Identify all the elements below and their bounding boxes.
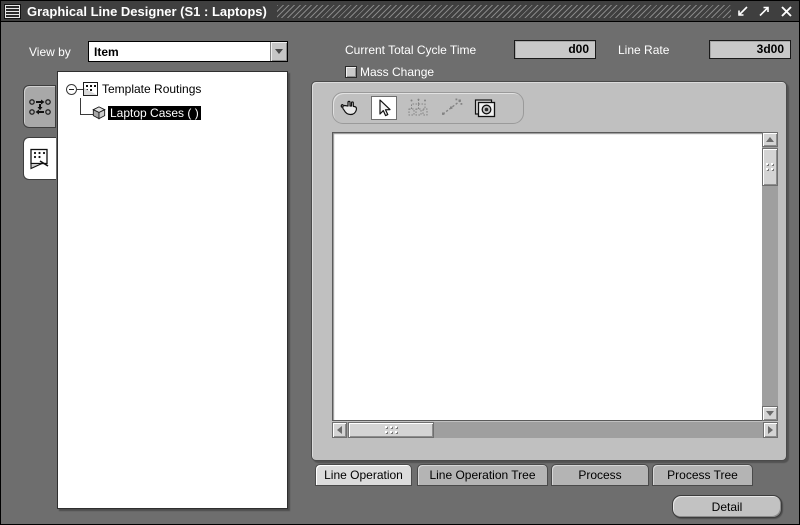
tree-node-root-label: Template Routings [102,82,202,96]
tab-line-operation-label: Line Operation [324,468,403,482]
line-rate-label: Line Rate [618,43,670,57]
tree-expander-icon[interactable] [66,83,77,95]
title-bar: Graphical Line Designer (S1 : Laptops) [1,1,799,22]
titlebar-hatch-decoration [276,4,731,18]
close-button[interactable] [779,4,794,19]
designer-toolbar [332,92,524,124]
scroll-grip-icon [766,163,774,171]
chevron-down-icon[interactable] [270,42,287,61]
view-by-value: Item [94,44,119,59]
view-by-label: View by [29,45,71,59]
sidebar-tab-routing[interactable] [23,85,56,128]
window-title: Graphical Line Designer (S1 : Laptops) [27,3,267,19]
camera-icon [474,99,496,118]
routing-document-icon [83,82,98,96]
vertical-scroll-thumb[interactable] [762,148,778,186]
detail-button-label: Detail [711,499,743,514]
tab-process-tree[interactable]: Process Tree [652,464,753,486]
scroll-grip-icon-horizontal [384,426,398,434]
tab-process-tree-label: Process Tree [667,468,738,482]
maximize-button[interactable] [757,4,772,19]
tree-node-root[interactable]: Template Routings [66,82,203,96]
canvas-horizontal-scrollbar[interactable] [332,422,778,438]
tab-process-label: Process [578,468,622,482]
cube-icon [92,106,106,120]
horizontal-scroll-thumb[interactable] [348,422,434,438]
scroll-up-button[interactable] [762,132,778,147]
cycle-time-field[interactable]: d00 [514,40,596,59]
cycle-time-label: Current Total Cycle Time [345,43,477,57]
tree-node-child-label[interactable]: Laptop Cases ( ) [108,106,201,120]
zoom-camera-tool[interactable] [473,96,499,120]
chevron-left-icon [337,426,342,434]
tab-line-operation-tree-label: Line Operation Tree [429,468,536,482]
mass-change-checkbox-row[interactable]: Mass Change [345,65,434,79]
flow-nodes-icon [28,98,51,115]
chevron-right-icon [768,426,773,434]
network-grid-icon [408,98,428,116]
mass-change-checkbox[interactable] [345,66,357,78]
minimize-button[interactable] [735,4,750,19]
application-icon [4,3,21,19]
tab-line-operation-tree[interactable]: Line Operation Tree [417,464,548,486]
layout-tree-tool[interactable] [405,96,431,120]
scroll-left-button[interactable] [332,422,347,438]
scroll-right-button[interactable] [763,422,778,438]
tree-node-child[interactable]: Laptop Cases ( ) [92,106,201,120]
window-controls [735,4,794,19]
select-tool[interactable] [371,96,397,120]
application-window: Graphical Line Designer (S1 : Laptops) V… [0,0,800,525]
pan-hand-tool[interactable] [337,96,363,120]
connector-line-icon [442,98,463,115]
design-canvas[interactable] [332,132,769,421]
line-rate-field[interactable]: 3d00 [709,40,791,59]
arrow-pointer-icon [379,99,391,117]
canvas-vertical-scrollbar[interactable] [762,132,778,421]
page-pencil-icon [30,148,49,169]
hand-icon [340,100,358,116]
chevron-down-scroll-icon [766,411,774,416]
detail-button[interactable]: Detail [672,495,782,518]
tab-process[interactable]: Process [551,464,649,486]
mass-change-label: Mass Change [360,65,435,79]
sidebar-tab-designer[interactable] [23,137,56,180]
tab-line-operation[interactable]: Line Operation [315,464,412,486]
connect-tool[interactable] [439,96,465,120]
chevron-up-icon [766,137,774,142]
view-by-dropdown[interactable]: Item [88,41,288,62]
scroll-down-button[interactable] [762,406,778,421]
routings-tree-panel[interactable]: Template Routings Laptop Cases ( ) [57,71,288,509]
